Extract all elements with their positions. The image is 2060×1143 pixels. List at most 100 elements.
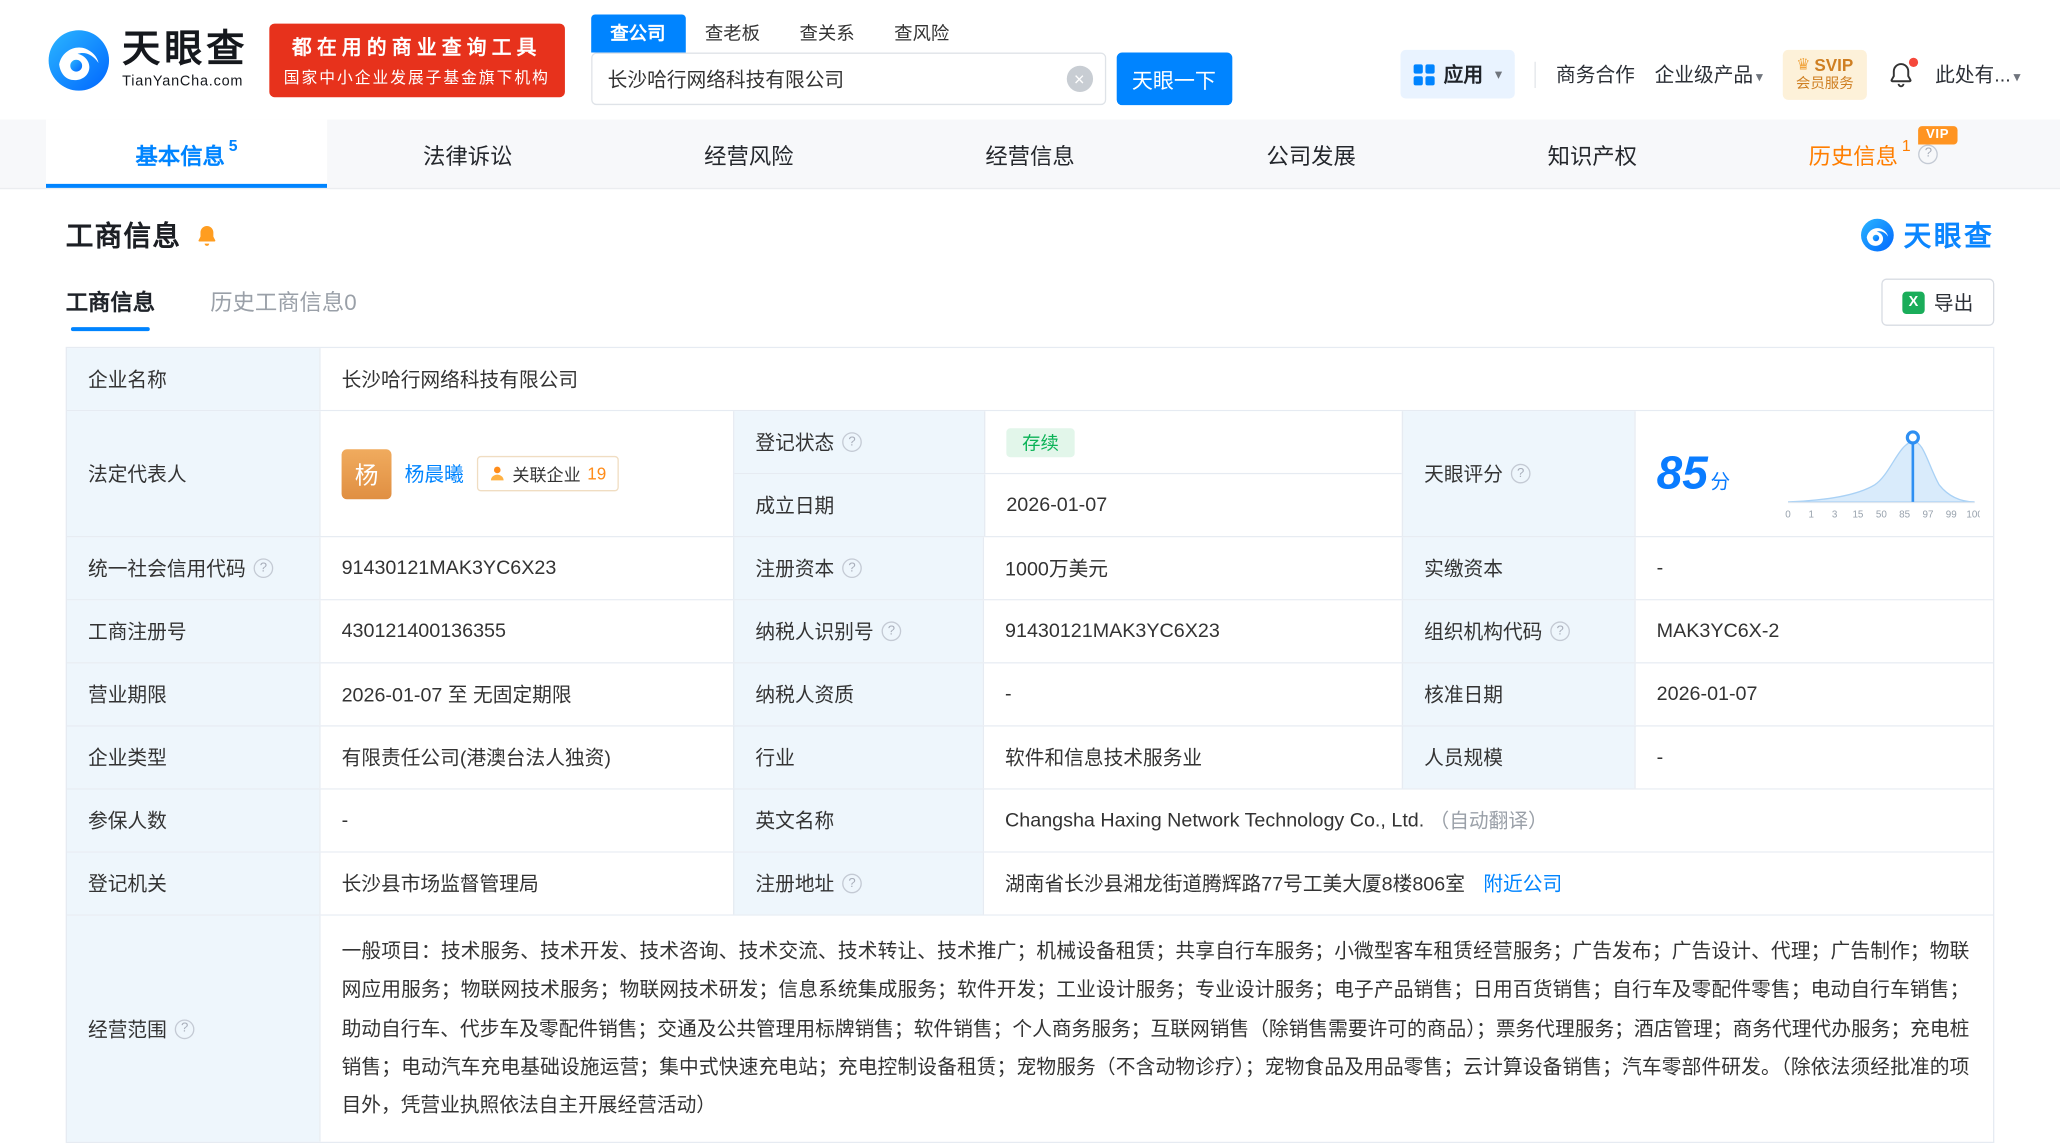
help-icon[interactable]: ?: [1511, 464, 1531, 484]
legal-representative-link[interactable]: 杨晨曦: [405, 460, 464, 488]
middle-subgrid: 登记状态? 存续 成立日期 2026-01-07: [733, 411, 1402, 536]
tab-legal-proceedings[interactable]: 法律诉讼: [327, 120, 608, 188]
legal-representative-value: 杨 杨晨曦 关联企业 19: [319, 411, 733, 536]
search-tab-risk[interactable]: 查风险: [874, 14, 969, 52]
search-tab-company[interactable]: 查公司: [591, 14, 686, 52]
search-type-tabs: 查公司 查老板 查关系 查风险: [591, 14, 1232, 52]
export-label: 导出: [1934, 288, 1973, 316]
table-row: 企业类型 有限责任公司(港澳台法人独资) 行业 软件和信息技术服务业 人员规模 …: [67, 725, 1993, 788]
enterprise-products-label: 企业级产品: [1655, 64, 1754, 86]
company-nav-tabs: 基本信息 5 法律诉讼 经营风险 经营信息 公司发展 知识产权 VIP 历史信息…: [0, 120, 2060, 190]
notification-bell-button[interactable]: [1887, 60, 1916, 89]
nearby-companies-link[interactable]: 附近公司: [1483, 870, 1562, 898]
tab-count: 5: [229, 137, 238, 155]
search-input[interactable]: [591, 53, 1106, 106]
tab-history-info[interactable]: VIP 历史信息 1 ?: [1733, 120, 2014, 188]
tab-intellectual-property[interactable]: 知识产权: [1452, 120, 1733, 188]
english-name-label: 英文名称: [733, 790, 983, 852]
company-name-value: 长沙哈行网络科技有限公司: [319, 348, 1993, 410]
approval-date-value: 2026-01-07: [1634, 663, 1993, 725]
company-type-label: 企业类型: [67, 727, 319, 789]
taxpayer-id-value: 91430121MAK3YC6X23: [983, 600, 1402, 662]
help-icon[interactable]: ?: [254, 558, 274, 578]
help-icon[interactable]: ?: [1919, 144, 1939, 164]
tab-operation-risk[interactable]: 经营风险: [608, 120, 889, 188]
top-header: 天眼查 TianYanCha.com 都在用的商业查询工具 国家中小企业发展子基…: [0, 0, 2060, 120]
business-cooperation-link[interactable]: 商务合作: [1556, 60, 1635, 88]
registry-authority-value: 长沙县市场监督管理局: [319, 853, 733, 915]
tab-basic-info[interactable]: 基本信息 5: [46, 120, 327, 188]
tab-label: 公司发展: [1266, 137, 1355, 170]
avatar[interactable]: 杨: [342, 449, 392, 499]
export-button[interactable]: X 导出: [1881, 279, 1994, 326]
registry-authority-label: 登记机关: [67, 853, 319, 915]
tab-label: 经营风险: [704, 137, 793, 170]
excel-icon: X: [1902, 291, 1924, 313]
business-scope-value: 一般项目：技术服务、技术开发、技术咨询、技术交流、技术转让、技术推广；机械设备租…: [319, 916, 1993, 1142]
business-term-value: 2026-01-07 至 无固定期限: [319, 663, 733, 725]
related-companies-badge[interactable]: 关联企业 19: [477, 456, 618, 491]
crown-icon: ♛: [1796, 55, 1810, 75]
insured-count-value: -: [319, 790, 733, 852]
help-icon[interactable]: ?: [175, 1019, 195, 1039]
table-row: 法定代表人 杨 杨晨曦 关联企业 19: [67, 410, 1993, 536]
table-row: 统一社会信用代码? 91430121MAK3YC6X23 注册资本? 1000万…: [67, 536, 1993, 599]
svg-text:15: 15: [1852, 509, 1863, 520]
search-button[interactable]: 天眼一下: [1116, 53, 1232, 106]
english-name-value: Changsha Haxing Network Technology Co., …: [983, 790, 1993, 852]
tab-label: 知识产权: [1548, 137, 1637, 170]
logo-domain: TianYanCha.com: [122, 74, 248, 88]
apps-button[interactable]: 应用 ▾: [1400, 50, 1515, 99]
registration-status-value: 存续: [984, 411, 1402, 473]
registration-number-label: 工商注册号: [67, 600, 319, 662]
tianyancha-logo-icon: [47, 28, 110, 91]
legal-representative-label: 法定代表人: [67, 411, 319, 536]
svg-text:100: 100: [1966, 509, 1979, 520]
help-icon[interactable]: ?: [842, 874, 862, 894]
user-menu[interactable]: 此处有...▾: [1935, 60, 2020, 88]
tianyan-score-value: 85分 0 1 3 15 50 85 97 99 100: [1634, 411, 1993, 536]
score-distribution-chart: 0 1 3 15 50 85 97 99 100: [1783, 421, 1980, 526]
subscribe-bell-button[interactable]: [194, 223, 219, 248]
insured-count-label: 参保人数: [67, 790, 319, 852]
org-code-value: MAK3YC6X-2: [1634, 600, 1993, 662]
page: 天眼查 TianYanCha.com 都在用的商业查询工具 国家中小企业发展子基…: [0, 0, 2060, 1106]
registered-capital-value: 1000万美元: [983, 537, 1402, 599]
address-text: 湖南省长沙县湘龙街道腾辉路77号工美大厦8楼806室: [1005, 870, 1465, 898]
subtabs: 工商信息 历史工商信息0 X 导出: [66, 279, 1995, 332]
page-title: 工商信息: [66, 215, 182, 254]
tab-company-development[interactable]: 公司发展: [1171, 120, 1452, 188]
enterprise-products-link[interactable]: 企业级产品▾: [1655, 60, 1763, 88]
search-area: 查公司 查老板 查关系 查风险 × 天眼一下: [591, 14, 1232, 105]
svg-text:50: 50: [1876, 509, 1887, 520]
tianyancha-logo[interactable]: 天眼查 TianYanCha.com: [47, 28, 248, 91]
status-badge: 存续: [1006, 428, 1074, 457]
tab-label: 法律诉讼: [423, 137, 512, 170]
subtab-business-info[interactable]: 工商信息: [66, 284, 155, 331]
tab-label: 基本信息: [136, 137, 225, 170]
credit-code-label: 统一社会信用代码?: [67, 537, 319, 599]
table-row: 工商注册号 430121400136355 纳税人识别号? 91430121MA…: [67, 599, 1993, 662]
clear-search-icon[interactable]: ×: [1066, 66, 1092, 92]
promo-line2: 国家中小企业发展子基金旗下机构: [284, 65, 550, 87]
help-icon[interactable]: ?: [1550, 621, 1570, 641]
score-number: 85: [1657, 448, 1708, 499]
help-icon[interactable]: ?: [882, 621, 902, 641]
approval-date-label: 核准日期: [1402, 663, 1635, 725]
search-tab-boss[interactable]: 查老板: [685, 14, 780, 52]
related-companies-label: 关联企业: [512, 461, 580, 486]
tab-operation-info[interactable]: 经营信息: [889, 120, 1170, 188]
bell-icon: [194, 223, 219, 248]
table-row: 登记机关 长沙县市场监督管理局 注册地址? 湖南省长沙县湘龙街道腾辉路77号工美…: [67, 851, 1993, 914]
svg-text:99: 99: [1946, 509, 1957, 520]
help-icon[interactable]: ?: [842, 558, 862, 578]
help-icon[interactable]: ?: [842, 432, 862, 452]
tianyancha-brand-icon: [1860, 218, 1894, 252]
watermark-brand[interactable]: 天眼查: [1860, 215, 1994, 254]
svip-membership-button[interactable]: ♛SVIP 会员服务: [1783, 49, 1867, 99]
svg-text:85: 85: [1899, 509, 1910, 520]
promo-line1: 都在用的商业查询工具: [284, 32, 550, 60]
svg-text:1: 1: [1809, 509, 1814, 520]
search-tab-relation[interactable]: 查关系: [780, 14, 875, 52]
subtab-history-business-info[interactable]: 历史工商信息0: [210, 284, 356, 331]
